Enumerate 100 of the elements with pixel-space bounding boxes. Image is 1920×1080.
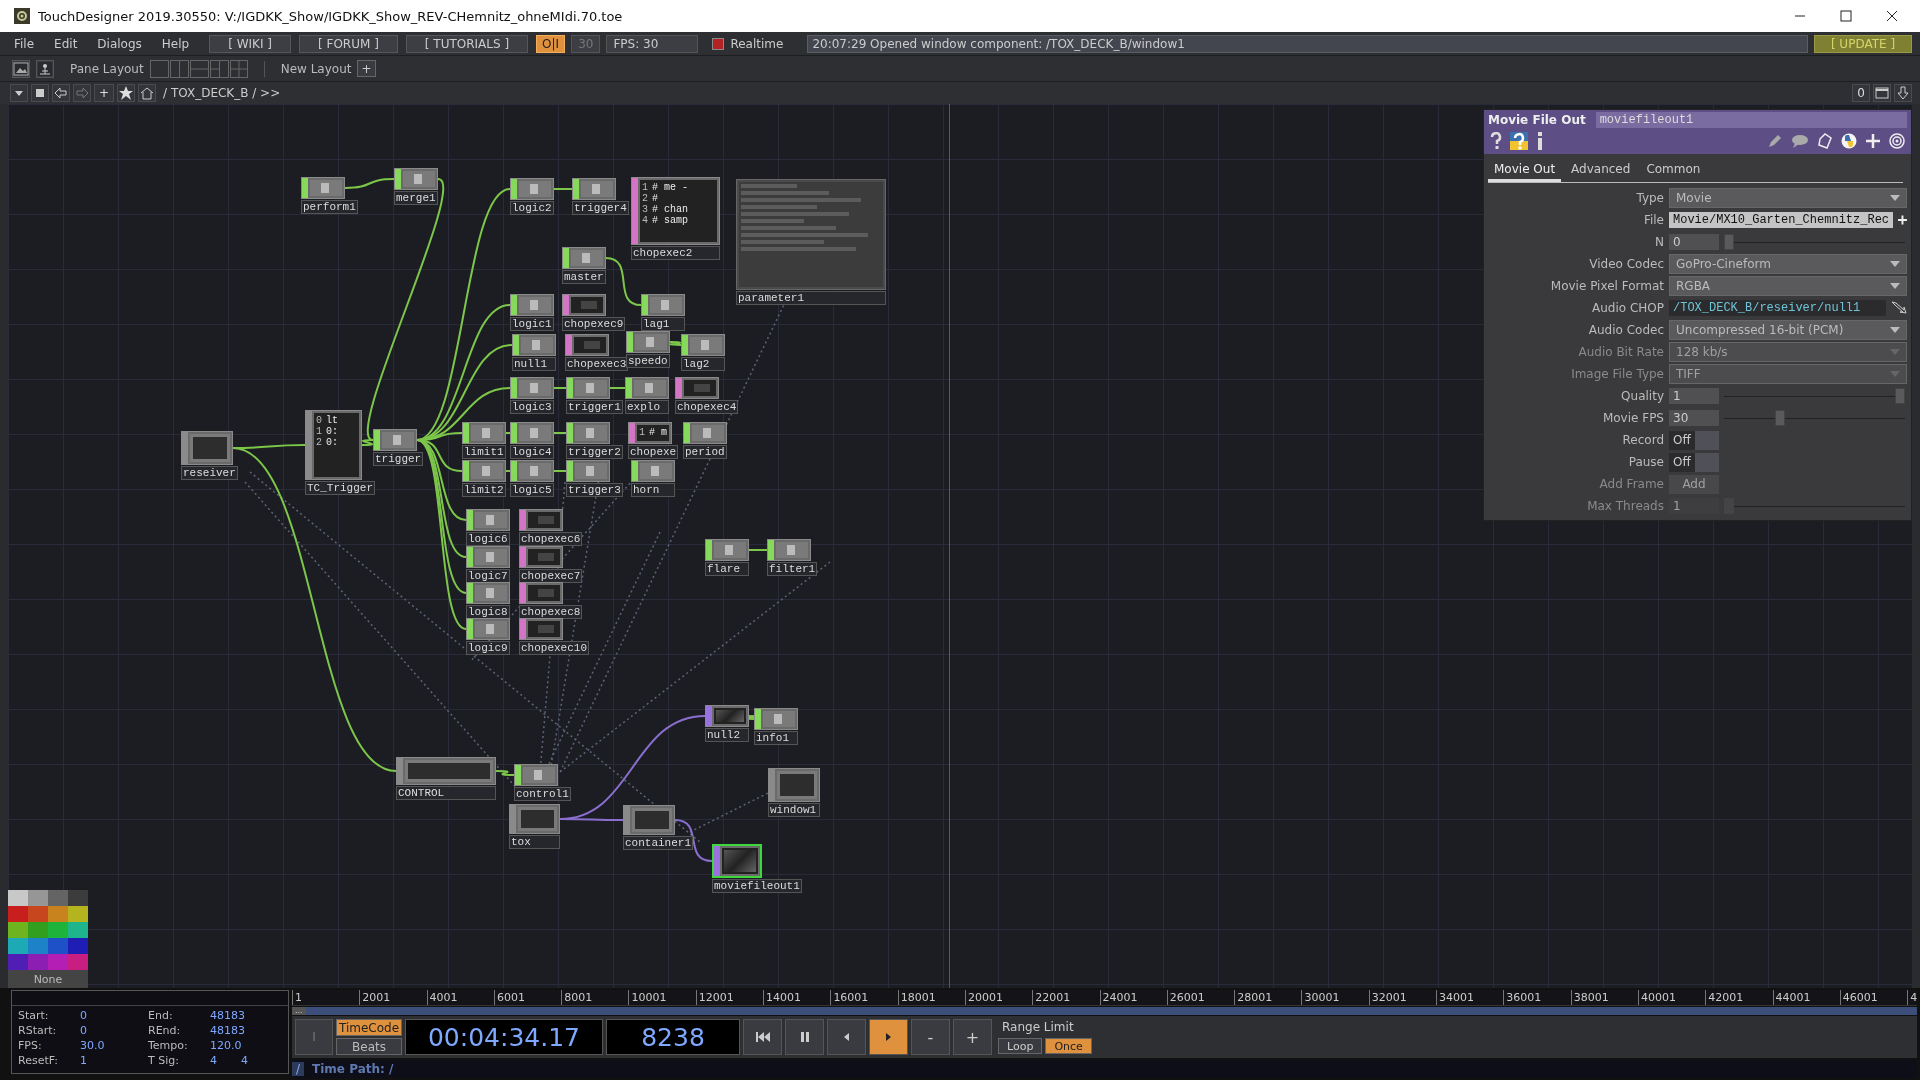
operator-tile[interactable] xyxy=(768,768,820,802)
operator-name-field[interactable]: moviefileout1 xyxy=(1595,112,1907,128)
color-swatch[interactable] xyxy=(68,938,88,954)
color-swatch[interactable] xyxy=(68,922,88,938)
time-mode-button[interactable]: TimeCode xyxy=(336,1019,402,1036)
operator-tile[interactable] xyxy=(510,422,554,444)
link-button[interactable]: [ FORUM ] xyxy=(299,34,398,53)
operator-tile[interactable] xyxy=(623,805,675,835)
color-swatch[interactable] xyxy=(8,938,28,954)
operator-tile[interactable] xyxy=(572,178,616,200)
operator-tile[interactable]: 1 # m xyxy=(628,422,672,444)
operator-tile[interactable] xyxy=(519,582,563,604)
color-swatch[interactable] xyxy=(28,938,48,954)
operator-tile[interactable] xyxy=(394,168,438,190)
slider-thumb[interactable] xyxy=(1895,388,1905,404)
operator-tile[interactable] xyxy=(566,422,610,444)
close-icon[interactable] xyxy=(1886,10,1898,22)
dropdown-icon[interactable] xyxy=(10,84,28,102)
layout-icons[interactable] xyxy=(149,59,248,78)
operator-tile[interactable] xyxy=(566,377,610,399)
color-swatch[interactable] xyxy=(8,890,28,906)
link-button[interactable]: [ TUTORIALS ] xyxy=(405,34,529,53)
network-icon[interactable] xyxy=(36,59,54,78)
link-button[interactable]: [ WIKI ] xyxy=(209,34,291,53)
operator-tile[interactable] xyxy=(562,294,606,316)
operator-tile[interactable] xyxy=(301,177,345,199)
operator-tile[interactable] xyxy=(466,618,510,640)
color-swatch[interactable] xyxy=(48,906,68,922)
plus-icon[interactable] xyxy=(1865,133,1881,149)
dropdown[interactable]: Uncompressed 16-bit (PCM) xyxy=(1669,320,1907,340)
operator-tile[interactable] xyxy=(466,546,510,568)
comment-icon[interactable] xyxy=(1791,133,1809,149)
help-icon[interactable] xyxy=(1490,132,1502,150)
menu-item[interactable]: Help xyxy=(161,36,190,51)
add-button[interactable]: + xyxy=(94,84,115,102)
play-button[interactable] xyxy=(869,1019,908,1055)
operator-tile[interactable] xyxy=(767,539,811,561)
step-button[interactable]: + xyxy=(953,1019,992,1055)
pause-button[interactable] xyxy=(785,1019,824,1055)
time-mode-button[interactable]: Beats xyxy=(336,1038,402,1055)
dropdown[interactable]: RGBA xyxy=(1669,276,1907,296)
color-swatch[interactable] xyxy=(68,906,88,922)
color-swatch[interactable] xyxy=(28,954,48,970)
operator-tile[interactable] xyxy=(566,460,610,482)
parameter-tab[interactable]: Movie Out xyxy=(1488,160,1562,182)
color-swatch[interactable] xyxy=(68,954,88,970)
range-mode-button[interactable]: Loop xyxy=(998,1038,1043,1054)
color-swatch[interactable] xyxy=(48,922,68,938)
path-field[interactable]: /TOX_DECK_B/reseiver/null1 xyxy=(1669,300,1886,316)
operator-tile[interactable] xyxy=(396,757,496,785)
operator-tile[interactable] xyxy=(510,294,554,316)
color-swatch[interactable] xyxy=(8,906,28,922)
operator-tile[interactable] xyxy=(712,844,762,878)
pencil-icon[interactable] xyxy=(1767,133,1783,149)
star-icon[interactable] xyxy=(117,84,136,102)
stop-icon[interactable] xyxy=(31,84,49,102)
color-swatch[interactable] xyxy=(48,890,68,906)
info-icon[interactable] xyxy=(1536,132,1544,150)
color-swatch[interactable] xyxy=(8,922,28,938)
operator-tile[interactable] xyxy=(181,431,233,465)
operator-tile[interactable] xyxy=(519,546,563,568)
operator-tile[interactable] xyxy=(510,377,554,399)
operator-tile[interactable] xyxy=(562,247,606,269)
realtime-checkbox[interactable] xyxy=(712,37,725,50)
frame-display[interactable]: 8238 xyxy=(606,1019,740,1055)
color-swatch[interactable] xyxy=(28,890,48,906)
range-mode-button[interactable]: Once xyxy=(1045,1038,1092,1054)
file-field[interactable]: Movie/MX10_Garten_Chemnitz_Rec xyxy=(1669,212,1894,228)
slider-thumb[interactable] xyxy=(1775,410,1786,426)
toggle-button[interactable]: Off xyxy=(1669,452,1719,472)
toggle-button[interactable]: Off xyxy=(1669,430,1719,450)
color-swatch[interactable] xyxy=(28,922,48,938)
value-field[interactable]: 30 xyxy=(1669,410,1719,426)
count-button[interactable]: 0 xyxy=(1852,84,1870,102)
operator-tile[interactable] xyxy=(462,460,506,482)
operator-tile[interactable] xyxy=(675,377,719,399)
operator-tile[interactable] xyxy=(462,422,506,444)
operator-tile[interactable] xyxy=(683,422,727,444)
color-swatch[interactable] xyxy=(48,954,68,970)
value-field[interactable]: 1 xyxy=(1669,388,1719,404)
perform-toggle[interactable]: O|I xyxy=(536,34,566,53)
operator-tile[interactable] xyxy=(705,705,749,727)
target-icon[interactable] xyxy=(1889,133,1905,149)
operator-tile[interactable] xyxy=(705,539,749,561)
operator-tile[interactable] xyxy=(754,708,798,730)
operator-tile[interactable] xyxy=(510,460,554,482)
python-icon[interactable] xyxy=(1841,133,1857,149)
operator-tile[interactable] xyxy=(565,334,609,356)
value-field[interactable]: 0 xyxy=(1669,234,1719,250)
operator-tile[interactable] xyxy=(466,509,510,531)
window-icon[interactable] xyxy=(1873,84,1891,102)
operator-tile[interactable] xyxy=(509,804,560,834)
menu-item[interactable]: Dialogs xyxy=(97,36,142,51)
dropdown[interactable]: GoPro-Cineform xyxy=(1669,254,1907,274)
python-help-icon[interactable] xyxy=(1510,132,1528,150)
menu-item[interactable]: Edit xyxy=(54,36,78,51)
back-arrow-icon[interactable] xyxy=(52,84,70,102)
color-swatch[interactable] xyxy=(28,906,48,922)
plus-icon[interactable] xyxy=(1898,213,1907,227)
arrow-icon[interactable] xyxy=(1891,301,1907,315)
